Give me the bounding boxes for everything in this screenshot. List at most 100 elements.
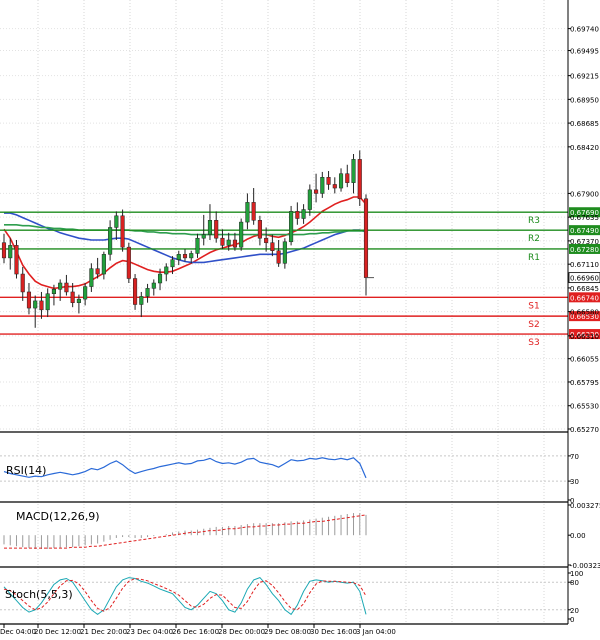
forex-chart: R30.67690R20.67490R10.67280S10.66740S20.… [0,0,600,636]
candle-body-30 [189,253,194,259]
candle-body-37 [232,239,237,248]
candle-body-27 [170,259,175,268]
candle-body-18 [114,215,119,228]
candle-body-36 [226,239,231,246]
candle-body-39 [245,202,250,223]
candle-body-0 [1,242,7,259]
price-tick-label-9: 0.67110 [570,261,599,269]
candle-body-17 [108,227,113,255]
candle-body-19 [120,215,125,248]
panel-frames [0,0,569,625]
x-tick-label-4: 26 Dec 16:00 [172,628,219,636]
stoch-tick-label-2: 20 [570,607,579,615]
candle-body-42 [264,237,269,243]
candle-body-50 [314,189,319,194]
price-tick-label-5: 0.68420 [570,144,599,152]
stoch-title: Stoch(5,5,3) [5,588,73,601]
candle-body-1 [8,245,13,259]
last-price-label: 0.66960 [570,275,599,283]
candle-body-22 [139,296,144,305]
moving-averages [3,196,367,290]
grid-lines [0,0,568,624]
x-tick-label-8: 3 Jan 04:00 [356,628,396,636]
price-tick-label-4: 0.68685 [570,120,599,128]
level-name-r2: R2 [528,234,540,244]
candle-body-25 [157,273,163,284]
candle-body-49 [307,189,312,210]
candle-body-14 [89,268,94,287]
level-tag-label-s1: 0.66740 [570,294,599,302]
level-name-s1: S1 [528,301,539,311]
candle-body-52 [326,177,331,185]
rsi-line [3,457,367,479]
candle-body-7 [45,293,50,311]
macd-tick-label-1: 0.00 [570,532,586,540]
candle-body-21 [133,278,138,305]
candle-body-38 [239,221,244,248]
candle-body-48 [301,209,306,219]
x-tick-label-1: 20 Dec 12:00 [34,628,81,636]
level-name-s3: S3 [528,338,539,348]
level-name-r1: R1 [528,253,540,263]
candle-body-46 [289,211,294,243]
candle-body-34 [214,220,219,239]
price-tick-label-12: 0.66310 [570,333,599,341]
stoch-panel: Stoch(5,5,3) 10080 200 [0,570,583,624]
macd-tick-label-0: 0.003275 [570,502,600,510]
candle-body-43 [270,242,275,251]
candle-body-58 [363,198,369,278]
candle-body-11 [70,291,75,303]
candle-body-23 [145,288,150,297]
candle-body-5 [33,300,38,309]
stoch-tick-label-0: 100 [570,570,583,578]
x-tick-label-3: 23 Dec 04:00 [126,628,173,636]
candle-body-6 [39,300,44,311]
candle-body-13 [83,286,88,300]
price-tick-label-3: 0.68950 [570,96,599,104]
candle-body-35 [220,237,225,246]
candle-body-3 [20,273,25,293]
candle-body-10 [64,282,69,293]
candle-body-47 [295,211,300,219]
candle-body-15 [95,268,100,275]
candle-body-51 [320,177,325,194]
price-tick-label-7: 0.67635 [570,214,599,222]
candle-body-45 [282,241,287,264]
price-tick-label-1: 0.69495 [570,48,599,56]
x-tick-label-6: 29 Dec 08:00 [264,628,311,636]
candle-body-53 [332,184,337,189]
x-tick-label-7: 30 Dec 16:00 [310,628,357,636]
candle-body-8 [51,289,56,294]
rsi-tick-label-1: 30 [570,478,579,486]
moving-average-line-0 [3,196,367,290]
candle-body-41 [257,220,262,239]
price-tick-label-13: 0.66055 [570,356,599,364]
price-tick-label-14: 0.65795 [570,379,599,387]
candle-body-2 [14,245,19,275]
candle-body-40 [251,202,256,221]
stoch-tick-label-1: 80 [570,579,579,587]
price-tick-label-16: 0.65270 [570,426,599,434]
candle-body-44 [276,250,281,264]
rsi-panel: RSI(14)70300 [0,453,579,505]
price-tick-label-15: 0.65530 [570,403,599,411]
level-name-r3: R3 [528,216,540,226]
level-name-s2: S2 [528,320,539,330]
price-tick-label-8: 0.67370 [570,238,599,246]
macd-panel: MACD(12,26,9) 0.003275 0.00 -0.003234 [3,502,600,570]
level-tag-label-r2: 0.67490 [570,227,599,235]
candle-body-12 [76,298,81,303]
price-tick-label-6: 0.67900 [570,190,599,198]
candle-body-24 [151,282,156,289]
candle-body-56 [351,159,356,183]
rsi-tick-label-0: 70 [570,453,579,461]
candle-body-9 [58,282,63,290]
stoch-tick-label-3: 0 [570,616,574,624]
macd-tick-label-2: -0.003234 [570,562,600,570]
candle-body-4 [26,291,32,309]
x-tick-label-5: 28 Dec 00:00 [218,628,265,636]
price-candles [1,150,374,328]
price-tick-label-11: 0.66580 [570,309,599,317]
candle-body-57 [357,159,362,200]
candle-body-28 [176,254,181,260]
